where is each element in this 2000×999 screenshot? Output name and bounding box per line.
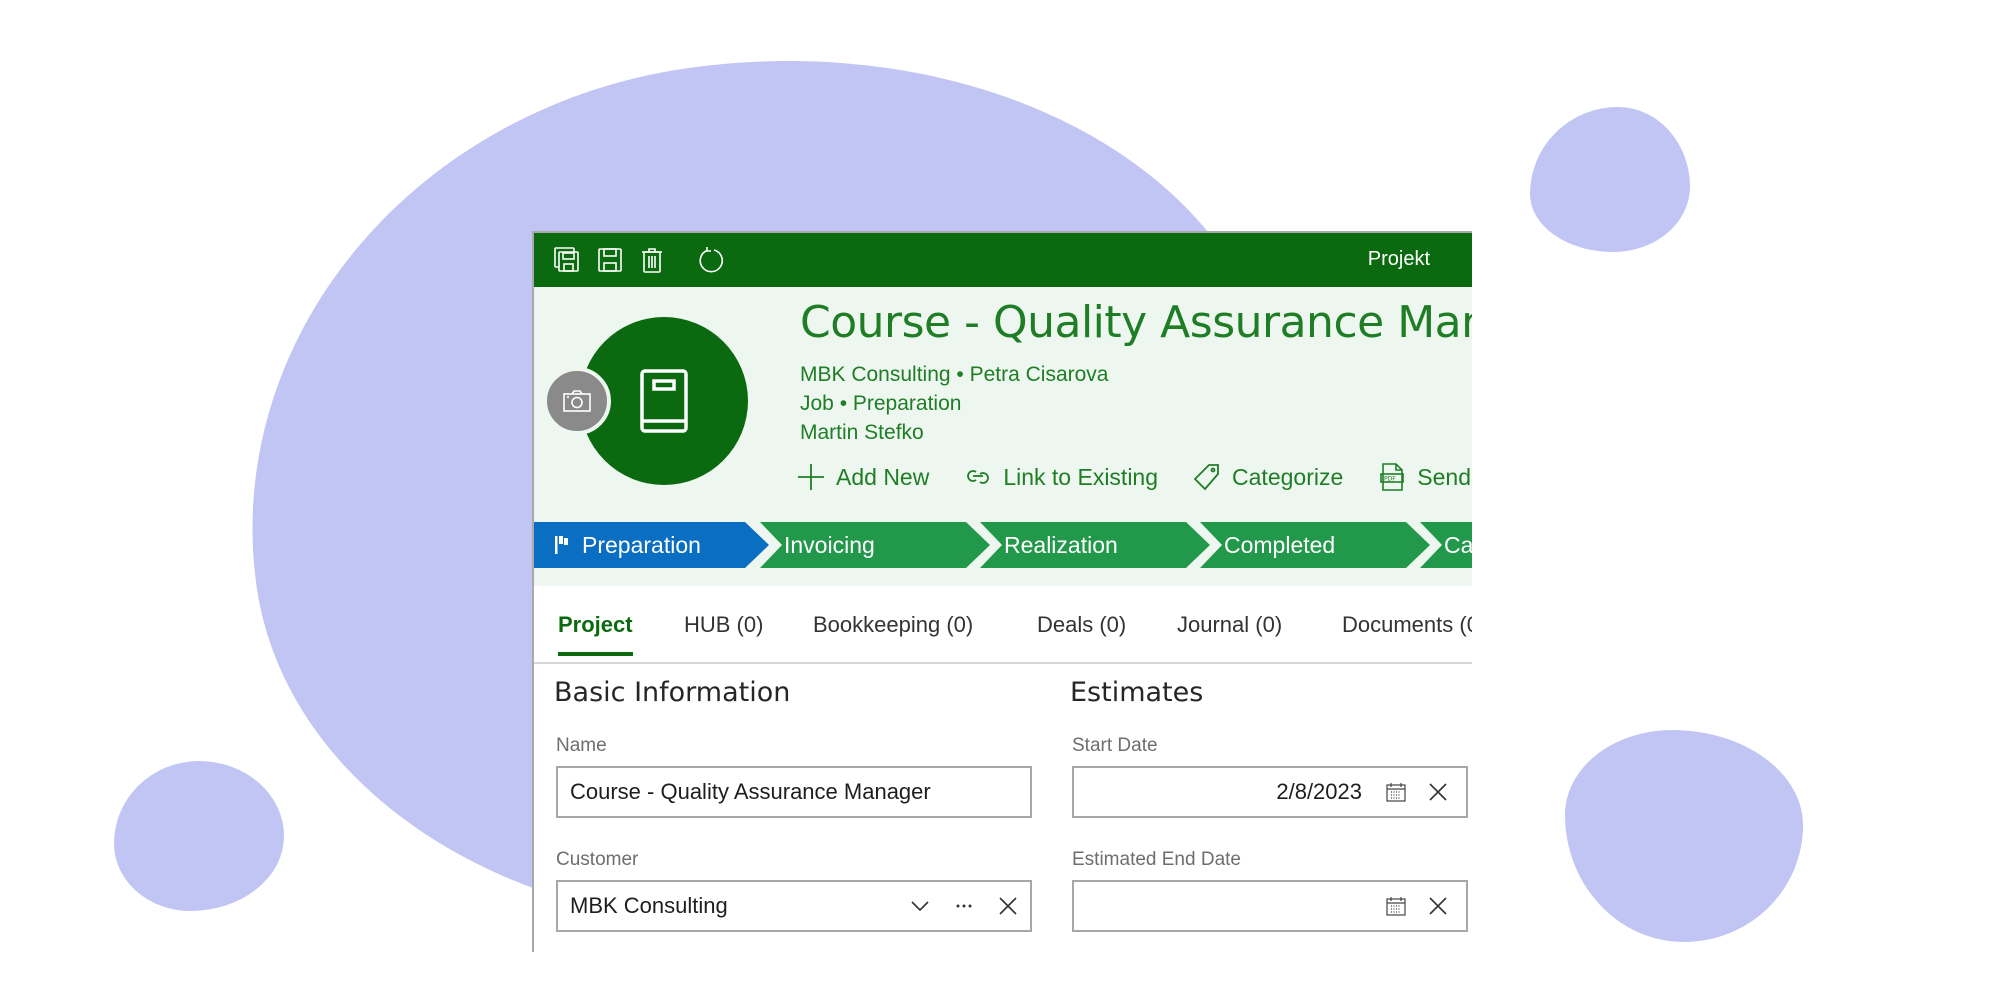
name-value: Course - Quality Assurance Manager [570,779,931,804]
owner-line: Martin Stefko [800,421,924,444]
link-to-existing-label: Link to Existing [1003,463,1159,490]
send-pdf-button[interactable]: PDF Send [1377,462,1471,492]
plus-icon [798,464,824,490]
tag-icon [1193,464,1219,491]
start-date-clear-button[interactable] [1424,778,1452,806]
customer-field[interactable]: MBK Consulting [556,880,1032,932]
project-window: Projekt Course - Quality Assurance Manag… [532,231,1472,952]
background-blob-top-right [1530,107,1690,252]
end-date-field[interactable] [1072,880,1468,932]
close-icon [1429,897,1447,915]
customer-label: Customer [556,849,639,870]
toolbar: Projekt [534,233,1472,287]
record-title: Course - Quality Assurance Manager [800,297,1472,348]
stage-label: Preparation [582,531,701,558]
pdf-icon: PDF [1380,463,1405,491]
tab-project[interactable]: Project [558,612,633,656]
name-label: Name [556,735,607,756]
send-label: Send [1417,463,1471,490]
start-date-picker-button[interactable] [1382,778,1410,806]
save-and-close-button[interactable] [552,245,582,275]
book-icon [640,369,688,433]
type-stage-line: Job • Preparation [800,392,962,415]
start-date-value: 2/8/2023 [1276,779,1362,804]
header-actions: Add New Link to Existing Categorize PDF [796,462,1471,492]
end-date-label: Estimated End Date [1072,849,1241,870]
estimates-heading: Estimates [1070,677,1204,708]
chevron-down-icon [911,901,929,912]
tab-documents[interactable]: Documents (0) [1342,612,1472,652]
customer-more-button[interactable] [950,892,978,920]
categorize-button[interactable]: Categorize [1192,462,1343,492]
change-photo-button[interactable] [543,367,611,435]
start-date-field[interactable]: 2/8/2023 [1072,766,1468,818]
end-date-clear-button[interactable] [1424,892,1452,920]
add-new-button[interactable]: Add New [796,462,929,492]
stage-preparation[interactable]: Preparation [534,522,771,568]
camera-icon [563,390,591,412]
flag-icon [555,536,568,554]
save-and-close-icon [554,247,579,272]
more-icon [956,904,972,908]
calendar-icon [1386,897,1406,916]
stage-label: Invoicing [784,531,875,558]
save-button[interactable] [595,245,625,275]
tab-journal[interactable]: Journal (0) [1177,612,1282,652]
refresh-button[interactable] [696,245,726,275]
calendar-icon [1386,783,1406,802]
delete-button[interactable] [637,245,667,275]
background-blob-bottom-right [1565,730,1803,942]
basic-information-heading: Basic Information [554,677,791,708]
customer-dropdown-button[interactable] [906,892,934,920]
stage-label: Cancelled [1444,531,1472,558]
tab-bar: Project HUB (0) Bookkeeping (0) Deals (0… [534,586,1472,664]
link-to-existing-button[interactable]: Link to Existing [963,462,1158,492]
stage-bar: Preparation Invoicing Realization Comple… [534,522,1472,586]
start-date-label: Start Date [1072,735,1158,756]
stage-cancelled[interactable]: Cancelled [1414,522,1472,568]
name-field[interactable]: Course - Quality Assurance Manager [556,766,1032,818]
save-icon [598,248,622,272]
categorize-label: Categorize [1232,463,1344,490]
tab-hub[interactable]: HUB (0) [684,612,763,652]
record-header: Course - Quality Assurance Manager MBK C… [534,287,1472,522]
end-date-picker-button[interactable] [1382,892,1410,920]
tab-bookkeeping[interactable]: Bookkeeping (0) [813,612,973,652]
link-icon [967,470,990,484]
customer-contact-line: MBK Consulting • Petra Cisarova [800,363,1109,386]
stage-realization[interactable]: Realization [974,522,1214,568]
refresh-icon [699,247,723,273]
customer-value: MBK Consulting [570,893,728,918]
add-new-label: Add New [836,463,930,490]
delete-icon [642,248,662,273]
stage-label: Completed [1224,531,1336,558]
close-icon [999,897,1017,915]
customer-clear-button[interactable] [994,892,1022,920]
window-title: Projekt [1367,248,1430,270]
svg-text:PDF: PDF [1384,476,1396,483]
tab-deals[interactable]: Deals (0) [1037,612,1126,652]
stage-invoicing[interactable]: Invoicing [754,522,994,568]
stage-completed[interactable]: Completed [1194,522,1434,568]
stage-label: Realization [1004,531,1118,558]
background-blob-bottom-left [114,761,284,911]
close-icon [1429,783,1447,801]
